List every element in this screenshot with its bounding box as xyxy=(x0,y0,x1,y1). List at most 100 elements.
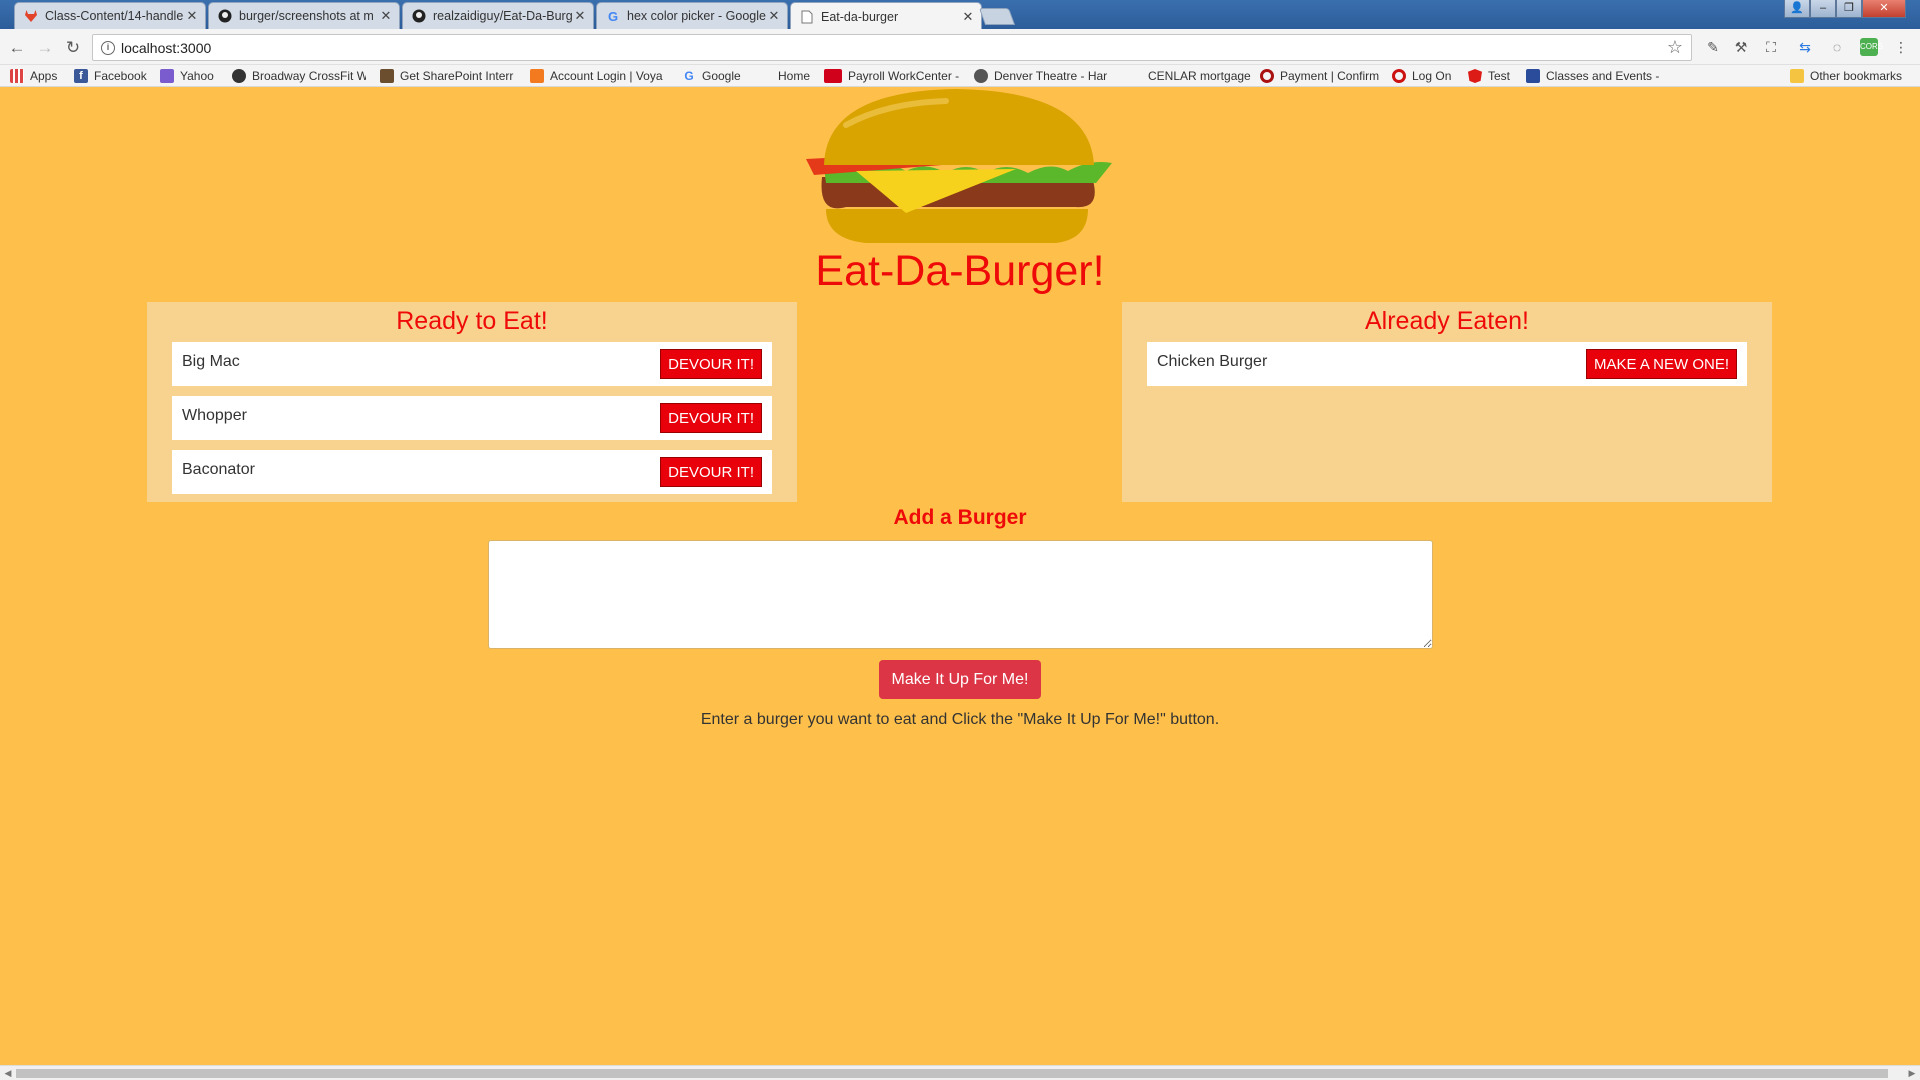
edit-extension-icon[interactable]: ✎ xyxy=(1704,38,1722,56)
instructions-text: Enter a burger you want to eat and Click… xyxy=(700,711,1220,728)
bookmark-label: Google xyxy=(702,69,741,83)
yahoo-icon xyxy=(160,69,174,83)
burger-name: Chicken Burger xyxy=(1157,353,1268,370)
bookmark-denver-theatre[interactable]: Denver Theatre - Har xyxy=(974,68,1112,84)
bookmark-payroll[interactable]: Payroll WorkCenter - xyxy=(824,68,962,84)
gitlab-icon xyxy=(23,8,39,24)
address-bar[interactable]: i localhost:3000 ☆ xyxy=(92,34,1692,61)
burger-name-input[interactable] xyxy=(488,540,1433,649)
bookmark-label: Yahoo xyxy=(180,69,214,83)
sync-extension-icon[interactable]: ⇆ xyxy=(1796,38,1814,56)
tab-label: Eat-da-burger xyxy=(821,9,899,24)
bookmark-star-icon[interactable]: ☆ xyxy=(1667,37,1683,58)
ready-to-eat-panel: Ready to Eat! Big Mac DEVOUR IT! Whopper… xyxy=(147,302,797,502)
devour-button[interactable]: DEVOUR IT! xyxy=(660,457,762,487)
user-profile-icon[interactable]: 👤 xyxy=(1784,0,1810,18)
tab-burger-screenshots[interactable]: burger/screenshots at m ✕ xyxy=(208,2,400,29)
page-icon xyxy=(799,9,815,25)
close-icon[interactable]: ✕ xyxy=(379,8,393,24)
add-burger-heading: Add a Burger xyxy=(893,506,1027,529)
burger-name: Big Mac xyxy=(182,353,240,370)
close-icon[interactable]: ✕ xyxy=(767,8,781,24)
bookmark-label: Payroll WorkCenter - xyxy=(848,69,960,83)
window-close-button[interactable]: ✕ xyxy=(1862,0,1906,18)
crossfit-icon xyxy=(232,69,246,83)
bookmark-crossfit[interactable]: Broadway CrossFit W xyxy=(232,68,366,84)
minimize-button[interactable]: – xyxy=(1810,0,1836,18)
bookmark-label: Get SharePoint Interr xyxy=(400,69,514,83)
bookmark-google[interactable]: G Google xyxy=(682,68,741,84)
bookmark-label: Denver Theatre - Har xyxy=(994,69,1108,83)
devour-button[interactable]: DEVOUR IT! xyxy=(660,403,762,433)
burger-name: Baconator xyxy=(182,461,255,478)
url-text[interactable]: localhost:3000 xyxy=(121,40,1667,56)
scroll-right-icon[interactable]: ▶ xyxy=(1905,1066,1919,1080)
bookmark-payment[interactable]: Payment | Confirm xyxy=(1260,68,1379,84)
bookmark-label: Home xyxy=(778,69,811,83)
menu-icon[interactable]: ⋮ xyxy=(1892,38,1910,56)
devour-button[interactable]: DEVOUR IT! xyxy=(660,349,762,379)
eaten-heading: Already Eaten! xyxy=(1365,307,1529,335)
bookmark-label: Test xyxy=(1488,69,1511,83)
cors-extension-icon[interactable]: CORS xyxy=(1860,38,1883,56)
tab-label: Class-Content/14-handle xyxy=(45,9,184,23)
bookmark-apps[interactable]: Apps xyxy=(10,68,57,84)
screenshot-extension-icon[interactable]: ⛶ xyxy=(1762,38,1780,56)
tab-class-content[interactable]: Class-Content/14-handle ✕ xyxy=(14,2,206,29)
folder-icon xyxy=(1790,69,1804,83)
bookmark-log-on[interactable]: Log On xyxy=(1392,68,1451,84)
make-it-up-button[interactable]: Make It Up For Me! xyxy=(879,660,1041,699)
already-eaten-panel: Already Eaten! Chicken Burger MAKE A NEW… xyxy=(1122,302,1772,502)
adp-icon xyxy=(824,69,842,83)
bookmark-home[interactable]: Home xyxy=(778,68,810,84)
forward-arrow-icon[interactable]: → xyxy=(34,37,56,59)
bookmark-facebook[interactable]: f Facebook xyxy=(74,68,147,84)
bookmark-classes-events[interactable]: Classes and Events - xyxy=(1526,68,1664,84)
angular-icon xyxy=(1468,69,1482,83)
bookmark-cenlar[interactable]: CENLAR mortgage xyxy=(1148,68,1251,84)
bookmark-yahoo[interactable]: Yahoo xyxy=(160,68,214,84)
bookmark-voya[interactable]: Account Login | Voya xyxy=(530,68,666,84)
new-tab-button[interactable] xyxy=(978,8,1016,25)
tab-hex-color-picker[interactable]: G hex color picker - Google ✕ xyxy=(596,2,788,29)
hammer-extension-icon[interactable]: ⚒ xyxy=(1732,38,1750,56)
circle-extension-icon[interactable]: ◌ xyxy=(1828,38,1846,56)
make-new-one-button[interactable]: MAKE A NEW ONE! xyxy=(1585,349,1737,379)
burger-name: Whopper xyxy=(182,407,247,424)
logon-icon xyxy=(1392,69,1406,83)
google-icon: G xyxy=(607,8,619,24)
restore-button[interactable]: ❐ xyxy=(1836,0,1862,18)
horizontal-scrollbar[interactable]: ◀ ▶ xyxy=(0,1065,1920,1080)
scrollbar-thumb[interactable] xyxy=(16,1069,1888,1078)
page-content: Eat-Da-Burger! Ready to Eat! Big Mac DEV… xyxy=(0,87,1920,1065)
voya-icon xyxy=(530,69,544,83)
burger-item: Baconator DEVOUR IT! xyxy=(172,450,772,494)
tab-label: hex color picker - Google xyxy=(627,9,766,23)
tab-label: burger/screenshots at m xyxy=(239,9,374,23)
eaten-burger-item: Chicken Burger MAKE A NEW ONE! xyxy=(1147,342,1747,386)
info-icon[interactable]: i xyxy=(101,40,115,55)
bookmark-label: Account Login | Voya xyxy=(550,69,663,83)
github-icon xyxy=(411,8,427,24)
classes-icon xyxy=(1526,69,1540,83)
bookmark-other[interactable]: Other bookmarks xyxy=(1790,68,1902,84)
browser-tab-strip: Class-Content/14-handle ✕ burger/screens… xyxy=(0,0,1920,30)
close-icon[interactable]: ✕ xyxy=(961,9,975,25)
bookmark-label: Other bookmarks xyxy=(1810,69,1903,83)
bookmark-label: CENLAR mortgage xyxy=(1148,69,1251,83)
facebook-icon: f xyxy=(74,69,88,83)
tab-eat-da-burger-repo[interactable]: realzaidiguy/Eat-Da-Burg ✕ xyxy=(402,2,594,29)
apps-grid-icon xyxy=(10,69,24,83)
bookmark-label: Apps xyxy=(30,69,58,83)
bookmark-label: Facebook xyxy=(94,69,147,83)
bookmark-sharepoint[interactable]: Get SharePoint Interr xyxy=(380,68,516,84)
bookmark-label: Broadway CrossFit W xyxy=(252,69,366,83)
reload-icon[interactable]: ↻ xyxy=(62,37,84,59)
close-icon[interactable]: ✕ xyxy=(185,8,199,24)
close-icon[interactable]: ✕ xyxy=(573,8,587,24)
bookmark-test[interactable]: Test xyxy=(1468,68,1510,84)
back-arrow-icon[interactable]: ← xyxy=(6,37,28,59)
burger-logo xyxy=(806,89,1112,243)
scroll-left-icon[interactable]: ◀ xyxy=(1,1066,15,1080)
tab-eat-da-burger[interactable]: Eat-da-burger ✕ xyxy=(790,2,982,30)
